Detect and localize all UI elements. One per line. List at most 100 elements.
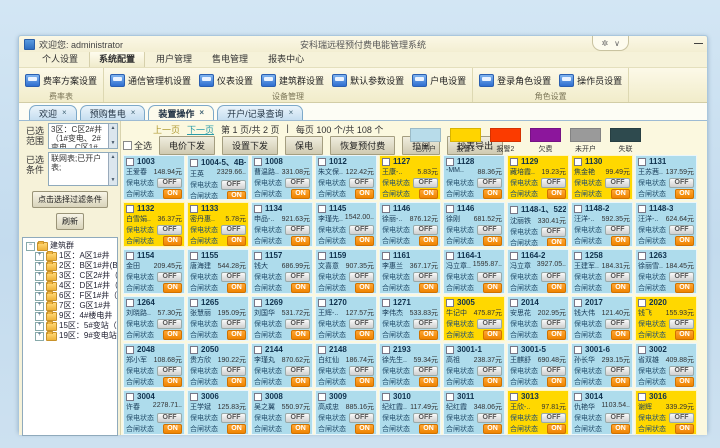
meter-card[interactable]: 3004 许春 2278.71.. 保电状态 OFF 合闸状态 ON [123,390,185,435]
baodian-off-button[interactable]: OFF [477,413,502,423]
ribbon-button-1-0[interactable]: 通信管理机设置 [110,74,191,87]
card-checkbox[interactable] [382,205,390,213]
card-checkbox[interactable] [382,299,390,307]
baodian-off-button[interactable]: OFF [221,366,246,376]
baodian-off-button[interactable]: OFF [349,272,374,282]
hezha-on-button[interactable]: ON [227,191,246,200]
hezha-on-button[interactable]: ON [483,377,502,387]
meter-card[interactable]: 1129 藏培霞.. 19.23元 保电状态 OFF 合闸状态 ON [507,155,569,200]
expand-icon[interactable]: + [35,252,44,261]
baodian-off-button[interactable]: OFF [349,413,374,423]
baodian-off-button[interactable]: OFF [477,319,502,329]
expand-icon[interactable]: + [35,282,44,291]
hezha-on-button[interactable]: ON [419,330,438,340]
meter-card[interactable]: 1269 刘国华 531.72元 保电状态 OFF 合闸状态 ON [251,296,313,341]
meter-card[interactable]: 1127 王康-.. 5.83元 保电状态 OFF 合闸状态 ON [379,155,441,200]
baodian-off-button[interactable]: OFF [541,366,566,376]
doc-tab-1[interactable]: 预购售电× [80,105,146,120]
card-checkbox[interactable] [318,158,326,166]
meter-card[interactable]: 1148-3 汪洋-.. 624.64元 保电状态 OFF 合闸状态 ON [635,202,697,247]
menu-item-3[interactable]: 售电管理 [203,51,257,67]
meter-card[interactable]: 1265 张慧丽 195.09元 保电状态 OFF 合闸状态 ON [187,296,249,341]
card-checkbox[interactable] [446,393,454,401]
hezha-on-button[interactable]: ON [163,283,182,293]
baodian-off-button[interactable]: OFF [285,413,310,423]
meter-card[interactable]: 1271 李伟杰 533.83元 保电状态 OFF 合闸状态 ON [379,296,441,341]
baodian-off-button[interactable]: OFF [669,366,694,376]
hezha-on-button[interactable]: ON [355,330,374,340]
hezha-on-button[interactable]: ON [355,283,374,293]
hezha-on-button[interactable]: ON [291,424,310,434]
baodian-off-button[interactable]: OFF [669,319,694,329]
card-checkbox[interactable] [446,346,454,354]
meter-card[interactable]: 1004-5、4B— 王英 2329.66.. 保电状态 OFF 合闸状态 ON [187,155,249,200]
baodian-off-button[interactable]: OFF [669,178,694,188]
card-checkbox[interactable] [190,159,198,167]
skin-dropdown-icon[interactable]: ∨ [614,39,620,48]
baodian-off-button[interactable]: OFF [669,413,694,423]
tree-item-3[interactable]: +4区：D区1#井（D区1... [35,281,117,291]
baodian-off-button[interactable]: OFF [221,413,246,423]
baodian-off-button[interactable]: OFF [477,225,502,235]
meter-card[interactable]: 1157 钱大 686.99元 保电状态 OFF 合闸状态 ON [251,249,313,294]
refresh-button[interactable]: 刷新 [56,213,84,230]
style-icon[interactable]: ✲ [601,39,608,48]
card-checkbox[interactable] [254,252,262,260]
collapse-icon[interactable]: − [26,242,35,251]
card-checkbox[interactable] [510,158,518,166]
expand-icon[interactable]: + [35,322,44,331]
baodian-off-button[interactable]: OFF [477,272,502,282]
meter-card[interactable]: 2050 贵方欣 190.22元 保电状态 OFF 合闸状态 ON [187,343,249,388]
hezha-on-button[interactable]: ON [419,236,438,246]
baodian-off-button[interactable]: OFF [541,272,566,282]
baodian-off-button[interactable]: OFF [541,178,566,188]
tab-close-icon[interactable]: × [199,109,204,117]
baodian-off-button[interactable]: OFF [413,178,438,188]
baodian-off-button[interactable]: OFF [541,227,566,237]
doc-tab-2[interactable]: 装置操作× [148,105,214,120]
tree-item-4[interactable]: +6区：F区1#井（F区1#... [35,291,117,301]
card-checkbox[interactable] [510,299,518,307]
ribbon-button-1-1[interactable]: 仪表设置 [199,74,253,87]
baodian-off-button[interactable]: OFF [285,178,310,188]
ribbon-button-1-3[interactable]: 默认参数设置 [332,74,404,87]
meter-card[interactable]: 1134 申品-.. 921.63元 保电状态 OFF 合闸状态 ON [251,202,313,247]
range-scrollbar[interactable]: ▲▼ [108,124,117,148]
meter-card[interactable]: 2144 李瑾丸 870.62元 保电状态 OFF 合闸状态 ON [251,343,313,388]
card-checkbox[interactable] [190,252,198,260]
hezha-on-button[interactable]: ON [419,283,438,293]
meter-card[interactable]: 3001-5 王麒舒 690.48元 保电状态 OFF 合闸状态 ON [507,343,569,388]
hezha-on-button[interactable]: ON [547,424,566,434]
card-checkbox[interactable] [254,393,262,401]
baodian-off-button[interactable]: OFF [285,366,310,376]
hezha-on-button[interactable]: ON [227,377,246,387]
meter-card[interactable]: 1128 -MM.. 88.36元 保电状态 OFF 合闸状态 ON [443,155,505,200]
baodian-off-button[interactable]: OFF [605,319,630,329]
choose-filter-button[interactable]: 点击选择过滤条件 [32,191,108,208]
expand-icon[interactable]: + [35,312,44,321]
baodian-off-button[interactable]: OFF [157,413,182,423]
card-checkbox[interactable] [318,346,326,354]
menu-item-2[interactable]: 用户管理 [147,51,201,67]
card-checkbox[interactable] [638,252,646,260]
minimize-icon[interactable]: — [694,39,703,48]
baodian-off-button[interactable]: OFF [541,413,566,423]
hezha-on-button[interactable]: ON [227,283,246,293]
card-checkbox[interactable] [574,346,582,354]
card-checkbox[interactable] [190,205,198,213]
baodian-off-button[interactable]: OFF [157,178,182,188]
meter-card[interactable]: 1145 李瑾先.. 1542.00.. 保电状态 OFF 合闸状态 ON [315,202,377,247]
hezha-on-button[interactable]: ON [547,377,566,387]
hezha-on-button[interactable]: ON [611,330,630,340]
card-checkbox[interactable] [254,299,262,307]
card-checkbox[interactable] [190,346,198,354]
hezha-on-button[interactable]: ON [483,283,502,293]
baodian-off-button[interactable]: OFF [413,366,438,376]
card-checkbox[interactable] [126,252,134,260]
meter-card[interactable]: 1146 徐刚 681.52元 保电状态 OFF 合闸状态 ON [443,202,505,247]
card-checkbox[interactable] [126,299,134,307]
baodian-off-button[interactable]: OFF [349,178,374,188]
baodian-off-button[interactable]: OFF [413,413,438,423]
hezha-on-button[interactable]: ON [675,424,694,434]
card-checkbox[interactable] [638,393,646,401]
